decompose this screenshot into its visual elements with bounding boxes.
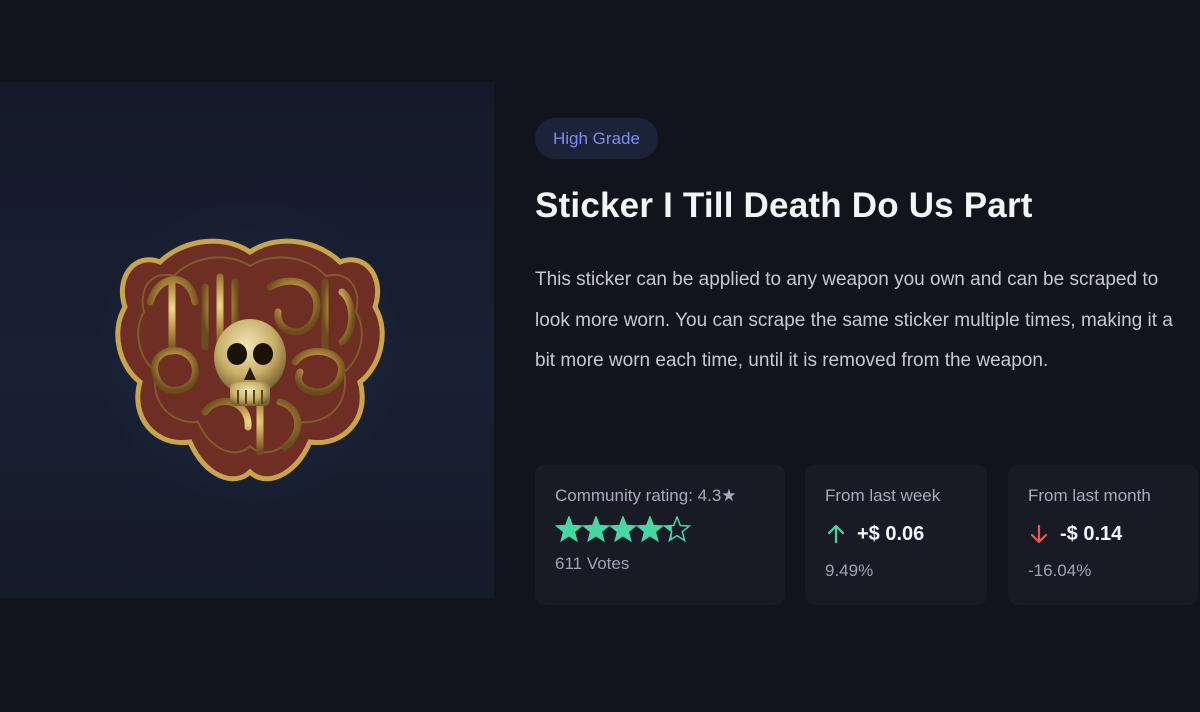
item-detail-page: High Grade Sticker I Till Death Do Us Pa…	[0, 0, 1200, 712]
item-description: This sticker can be applied to any weapo…	[535, 269, 1173, 371]
star-2	[583, 517, 609, 541]
item-info: High Grade Sticker I Till Death Do Us Pa…	[535, 118, 1195, 382]
item-title: Sticker I Till Death Do Us Part	[535, 186, 1033, 225]
community-rating-label: Community rating: 4.3★	[555, 486, 737, 505]
weekly-change-percent: 9.49%	[825, 561, 874, 580]
skull-sticker-image	[115, 238, 385, 482]
arrow-up-icon	[827, 524, 845, 544]
rating-stars	[554, 514, 765, 544]
votes-count: 611 Votes	[555, 554, 630, 573]
monthly-change-row: -$ 0.14	[1028, 521, 1178, 547]
star-1	[556, 517, 582, 541]
weekly-change-row: +$ 0.06	[825, 521, 967, 547]
arrow-down-icon	[1030, 524, 1048, 544]
monthly-change-card: From last month -$ 0.14 -16.04%	[1008, 465, 1198, 605]
weekly-change-card: From last week +$ 0.06 9.49%	[805, 465, 987, 605]
star-4	[637, 517, 663, 541]
monthly-change-value: -$ 0.14	[1060, 522, 1123, 545]
monthly-change-label: From last month	[1028, 486, 1151, 505]
weekly-change-label: From last week	[825, 486, 941, 505]
item-image-panel	[0, 82, 494, 598]
monthly-change-percent: -16.04%	[1028, 561, 1092, 580]
grade-badge: High Grade	[535, 118, 658, 159]
rating-stars-graphic	[554, 514, 692, 543]
star-3	[610, 517, 636, 541]
weekly-change-value: +$ 0.06	[857, 522, 925, 545]
community-rating-card: Community rating: 4.3★ 611 Votes	[535, 465, 785, 605]
